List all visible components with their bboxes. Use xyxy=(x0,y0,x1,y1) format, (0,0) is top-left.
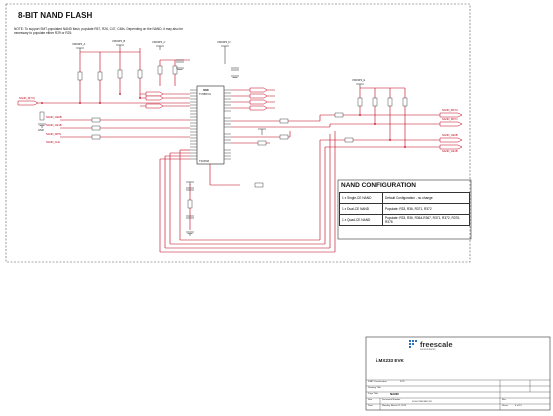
config-row: 1 x Dual-CE NAND Populate: R33, R36, R37… xyxy=(339,203,470,215)
net-right-d: NAND_CE1B xyxy=(442,150,458,153)
drawing-label: Drawing Title: xyxy=(368,387,382,389)
design-note: NOTE: To support SMT-populated NAND flas… xyxy=(14,27,183,35)
chip-pins-right xyxy=(224,89,231,160)
config-type: 1 x Dual-CE NAND xyxy=(339,203,383,215)
size-label: Size xyxy=(368,399,373,401)
doc-value: SCH-27468 REV B1 xyxy=(412,401,432,403)
page-title-value: NAND xyxy=(390,392,399,396)
net-left-ctrl-2: NAND_WPN xyxy=(46,133,61,136)
date-value: Monday, March 01, 2010 xyxy=(382,405,407,407)
freescale-logo-icon xyxy=(409,340,417,348)
date-label: Date: xyxy=(368,405,374,407)
config-action: Populate: R33, R36, R364-R367, R371, R37… xyxy=(382,214,470,226)
config-type: 1 x Single-CE NAND xyxy=(339,192,383,204)
doc-label: Document Number xyxy=(382,399,401,401)
config-row: 1 x Single-CE NAND Default Configuration… xyxy=(339,192,470,204)
config-row: 1 x Quad-CE NAND Populate: R33, R36, R36… xyxy=(339,214,470,226)
rev-label: Rev xyxy=(502,399,506,401)
net-left-ctrl-1: NAND_CE1B xyxy=(46,124,62,127)
config-action: Populate: R33, R36, R371, R372 xyxy=(382,203,470,215)
power-rail-b: VDD3P3_B xyxy=(112,40,126,43)
config-title: NAND CONFIGURATION xyxy=(341,182,416,189)
power-rail-d: VDD3P3_D xyxy=(217,41,231,44)
sheet-label: Sheet xyxy=(502,405,508,407)
net-left-signal: NAND_D[7:0] xyxy=(19,97,35,100)
chip-refdes: U60 xyxy=(203,88,209,92)
chip-part: TC58NVG xyxy=(199,93,211,96)
nand-chip-body xyxy=(196,85,225,165)
net-left-ctrl-0: NAND_CE0B xyxy=(46,116,62,119)
board-name: i.MX233 EVK xyxy=(376,358,404,363)
power-rail-e: VDD3P3_E xyxy=(352,79,366,82)
power-rail-c: VDD3P3_C xyxy=(152,41,166,44)
page-title-label: Page Title: xyxy=(368,393,379,395)
net-right-b: NAND_RDY1 xyxy=(442,118,458,121)
net-right-c: NAND_CE0B xyxy=(442,134,458,137)
page-title: 8-BIT NAND FLASH xyxy=(18,11,93,20)
class-value: FCP: xyxy=(400,381,405,383)
schematic-canvas xyxy=(5,3,551,411)
power-rail-a: VDD3P3_A xyxy=(72,43,86,46)
config-table: 1 x Single-CE NAND Default Configuration… xyxy=(339,192,470,226)
ground-label: GND xyxy=(38,129,44,132)
brand-sub: semiconductor xyxy=(420,348,436,351)
config-action: Default Configuration - no change xyxy=(382,192,470,204)
class-label: ICAP Classification: xyxy=(368,381,388,383)
config-type: 1 x Quad-CE NAND xyxy=(339,214,383,226)
chip-footprint: TSOP48 xyxy=(199,160,209,163)
net-right-a: NAND_RDY0 xyxy=(442,109,458,112)
chip-pins-left xyxy=(190,89,197,160)
net-left-ctrl-3: NAND_CLE xyxy=(46,141,60,144)
sheet-value: 4 of 15 xyxy=(515,405,522,407)
